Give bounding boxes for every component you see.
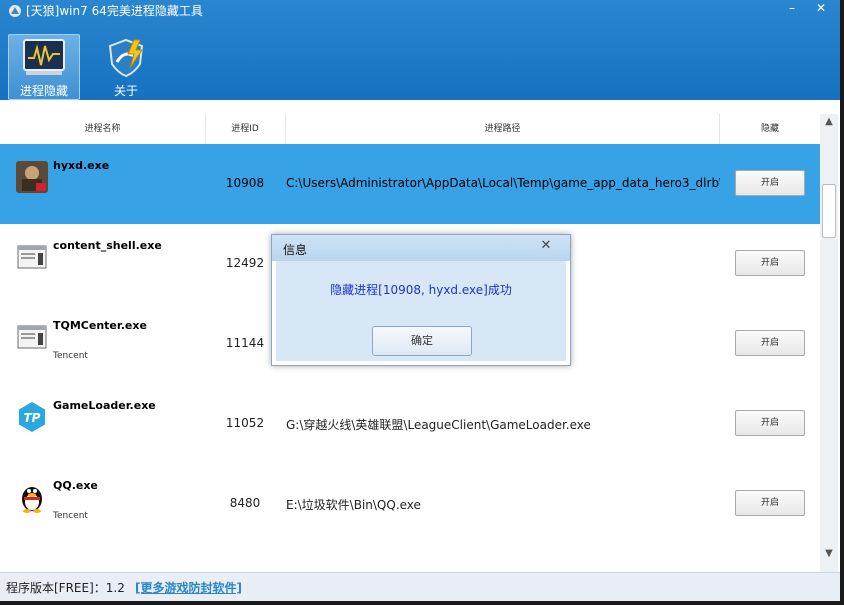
process-path: C:\Users\Administrator\AppData\Local\Tem…: [286, 176, 720, 190]
table-header: 进程名称 进程ID 进程路径 隐藏: [0, 114, 820, 145]
process-name: TQMCenter.exe: [53, 319, 147, 332]
dialog-title: 信息: [283, 243, 308, 257]
hide-toggle-button[interactable]: 开启: [735, 250, 805, 276]
dialog-close-button[interactable]: ✕: [529, 237, 563, 255]
table-row[interactable]: TP GameLoader.exe 11052 G:\穿越火线\英雄联盟\Lea…: [0, 384, 820, 464]
hide-toggle-button[interactable]: 开启: [735, 330, 805, 356]
table-row[interactable]: QQ.exe Tencent 8480 E:\垃圾软件\Bin\QQ.exe 开…: [0, 464, 820, 544]
scroll-up-icon[interactable]: ▲: [820, 114, 838, 130]
process-name: content_shell.exe: [53, 239, 162, 252]
process-name: hyxd.exe: [53, 159, 110, 172]
process-id: 11052: [225, 416, 265, 430]
ok-button[interactable]: 确定: [372, 326, 472, 356]
window-app-icon: [17, 245, 47, 269]
dialog-message: 隐藏进程[10908, hyxd.exe]成功: [330, 283, 512, 297]
tp-logo-icon: TP: [19, 402, 45, 432]
process-path: G:\穿越火线\英雄联盟\LeagueClient\GameLoader.exe: [286, 418, 591, 432]
shield-lightning-icon: [108, 38, 144, 78]
monitor-pulse-icon: [23, 39, 65, 75]
column-header-path[interactable]: 进程路径: [286, 114, 720, 144]
tab-process-hide[interactable]: 进程隐藏: [8, 34, 80, 100]
column-header-hide[interactable]: 隐藏: [720, 114, 820, 144]
process-name: QQ.exe: [53, 479, 98, 492]
dialog-body: 隐藏进程[10908, hyxd.exe]成功 确定: [276, 261, 566, 361]
window-title: [天狼]win7 64完美进程隐藏工具: [26, 4, 203, 18]
tab-process-hide-label: 进程隐藏: [19, 84, 68, 98]
process-path: E:\垃圾软件\Bin\QQ.exe: [286, 498, 421, 512]
close-window-button[interactable]: ✕: [808, 0, 834, 18]
qq-penguin-icon: [22, 487, 42, 513]
status-bar: 程序版本[FREE]：1.2 [更多游戏防封软件]: [0, 572, 840, 601]
hide-toggle-button[interactable]: 开启: [735, 490, 805, 516]
process-company: Tencent: [53, 511, 88, 521]
scroll-thumb[interactable]: [822, 184, 836, 238]
hide-toggle-button[interactable]: 开启: [735, 410, 805, 436]
vertical-scrollbar[interactable]: ▲ ▼: [820, 114, 838, 572]
tab-about-label: 关于: [113, 84, 138, 98]
tab-about[interactable]: 关于: [90, 34, 162, 100]
process-id: 10908: [225, 176, 265, 190]
app-icon: [9, 5, 21, 17]
hide-toggle-button[interactable]: 开启: [735, 170, 805, 196]
version-label: 程序版本[FREE]：1.2: [6, 581, 125, 595]
game-app-icon: [16, 161, 48, 193]
process-id: 8480: [229, 496, 261, 510]
process-name: GameLoader.exe: [53, 399, 156, 412]
table-row[interactable]: hyxd.exe 10908 C:\Users\Administrator\Ap…: [0, 144, 820, 224]
main-window: [天狼]win7 64完美进程隐藏工具 – ✕ 进程隐藏 关于 进程名称 进程I…: [0, 0, 840, 601]
info-dialog: 信息 ✕ 隐藏进程[10908, hyxd.exe]成功 确定: [271, 234, 571, 366]
title-bar: [天狼]win7 64完美进程隐藏工具 – ✕ 进程隐藏 关于: [0, 0, 840, 100]
minimize-button[interactable]: –: [779, 0, 805, 18]
more-software-link[interactable]: [更多游戏防封软件]: [135, 579, 242, 596]
window-app-icon: [17, 325, 47, 349]
scroll-down-icon[interactable]: ▼: [820, 546, 838, 562]
dialog-title-bar: 信息 ✕: [272, 235, 570, 261]
process-company: Tencent: [53, 351, 88, 361]
column-header-pid[interactable]: 进程ID: [205, 114, 286, 144]
column-header-name[interactable]: 进程名称: [0, 114, 206, 144]
svg-text:TP: TP: [24, 411, 41, 425]
